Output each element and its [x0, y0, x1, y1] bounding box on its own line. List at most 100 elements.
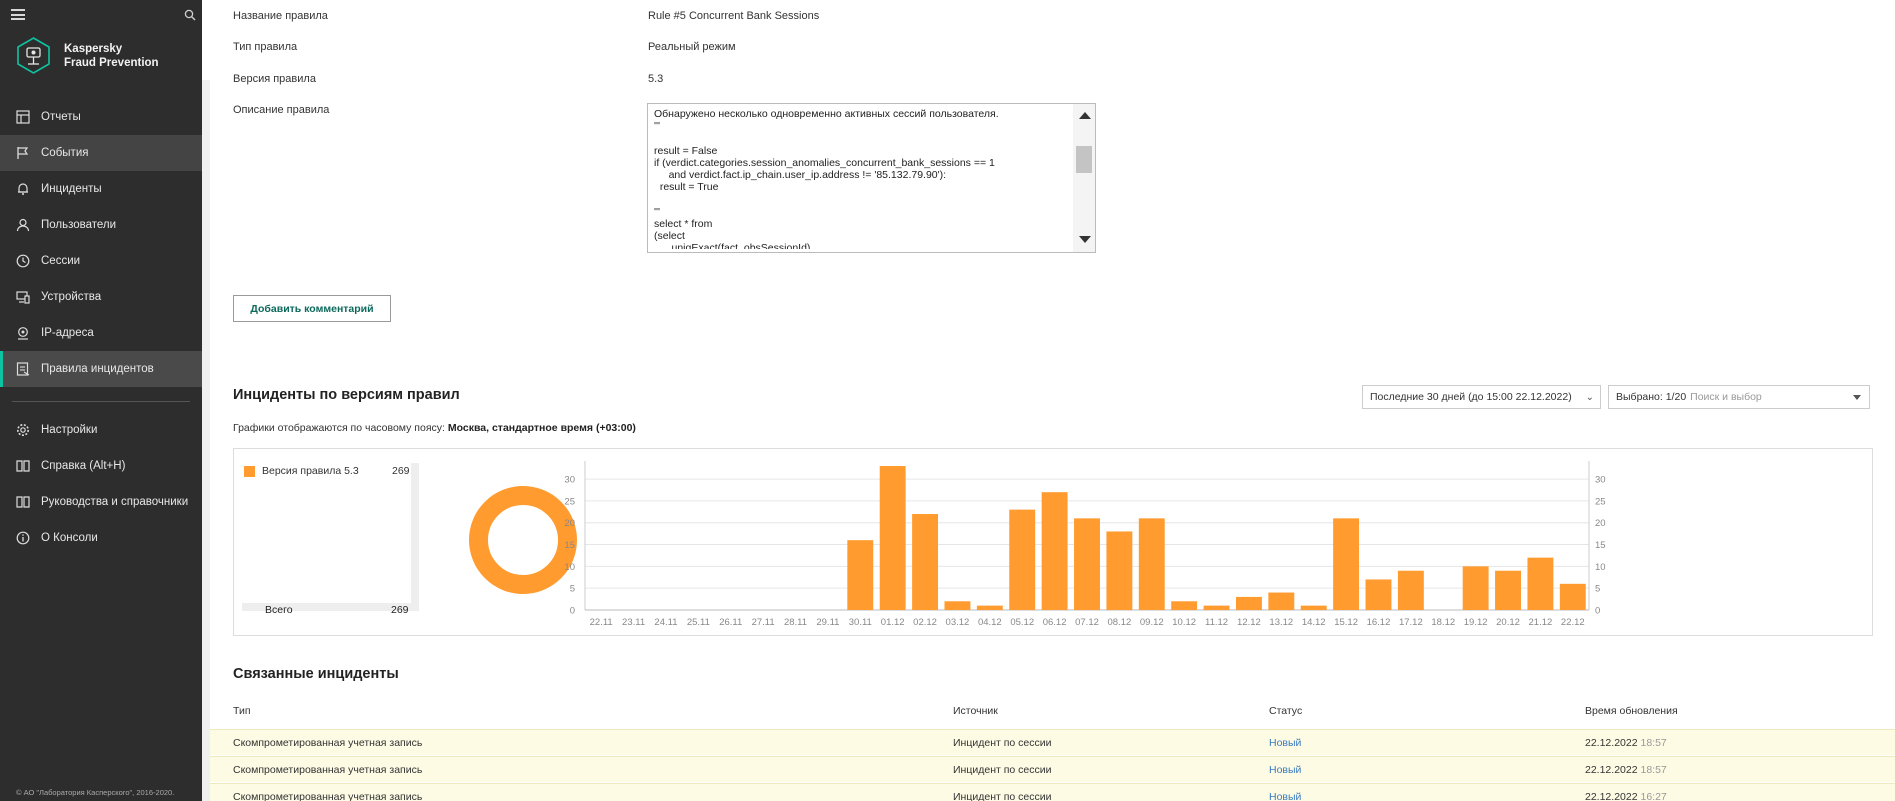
bar[interactable]	[1333, 518, 1360, 610]
bar[interactable]	[1106, 531, 1133, 610]
sidebar-item-label: Устройства	[41, 291, 102, 303]
table-row[interactable]: Скомпрометированная учетная запись Инцид…	[210, 783, 1895, 801]
related-incidents-title: Связанные инциденты	[233, 666, 399, 682]
bar[interactable]	[1138, 518, 1165, 610]
bar[interactable]	[944, 601, 971, 610]
sidebar-item-label: События	[41, 147, 89, 159]
x-tick-label: 15.12	[1334, 617, 1358, 628]
incidents-by-version-title: Инциденты по версиям правил	[233, 387, 460, 403]
x-tick-label: 22.11	[590, 617, 613, 628]
scroll-up-icon[interactable]	[1079, 112, 1091, 119]
bar[interactable]	[912, 514, 939, 610]
bar[interactable]	[1171, 601, 1198, 610]
bar[interactable]	[1268, 592, 1295, 610]
selected-count: Выбрано: 1/20	[1616, 391, 1687, 403]
bar[interactable]	[1300, 605, 1327, 610]
y-tick-label-right: 5	[1595, 584, 1600, 595]
x-tick-label: 26.11	[719, 617, 742, 628]
sidebar-item-users[interactable]: Пользователи	[0, 207, 202, 243]
description-scrollbar[interactable]	[1073, 104, 1095, 252]
bar[interactable]	[879, 466, 906, 610]
bar[interactable]	[1203, 605, 1230, 610]
sidebar-item-sessions[interactable]: Сессии	[0, 243, 202, 279]
table-row[interactable]: Скомпрометированная учетная запись Инцид…	[210, 729, 1895, 755]
sidebar-item-label: IP-адреса	[41, 327, 94, 339]
version-search-placeholder: Поиск и выбор	[1690, 391, 1762, 403]
row-time: 18:57	[1640, 737, 1667, 749]
rule-name-label: Название правила	[233, 10, 328, 22]
sidebar-scrollbar[interactable]	[202, 80, 210, 801]
sidebar-item-label: Инциденты	[41, 183, 102, 195]
brand[interactable]: Kaspersky Fraud Prevention	[15, 37, 159, 74]
incidents-chart-panel: Версия правила 5.3 269 Всего 269 0 0 5 5 10 1…	[233, 448, 1873, 636]
row-status-link[interactable]: Новый	[1269, 737, 1301, 749]
rule-type-value: Реальный режим	[648, 41, 736, 53]
bar[interactable]	[1559, 583, 1586, 610]
version-multiselect[interactable]: Выбрано: 1/20 Поиск и выбор	[1608, 385, 1870, 409]
bar[interactable]	[1235, 596, 1262, 610]
add-comment-button[interactable]: Добавить комментарий	[233, 295, 391, 322]
period-select[interactable]: Последние 30 дней (до 15:00 22.12.2022) …	[1362, 385, 1601, 409]
scroll-down-icon[interactable]	[1079, 236, 1091, 243]
clock-icon	[16, 254, 30, 268]
row-updated: 22.12.2022 16:27	[1585, 791, 1667, 801]
bar[interactable]	[1462, 566, 1489, 610]
scroll-thumb[interactable]	[1076, 146, 1092, 173]
x-tick-label: 28.11	[784, 617, 807, 628]
x-tick-label: 24.11	[654, 617, 677, 628]
bar[interactable]	[1527, 557, 1554, 610]
y-tick-label-right: 10	[1595, 562, 1606, 573]
sidebar-item-label: Правила инцидентов	[41, 363, 154, 375]
bar[interactable]	[1009, 509, 1036, 610]
rule-type-label: Тип правила	[233, 41, 298, 53]
row-source: Инцидент по сессии	[953, 737, 1052, 749]
column-header-updated[interactable]: Время обновления	[1585, 705, 1678, 717]
x-tick-label: 30.11	[849, 617, 872, 628]
row-status-link[interactable]: Новый	[1269, 764, 1301, 776]
sidebar-item-settings[interactable]: Настройки	[0, 412, 202, 448]
sidebar-divider	[12, 401, 190, 402]
sidebar-item-help[interactable]: Справка (Alt+H)	[0, 448, 202, 484]
x-tick-label: 29.11	[816, 617, 839, 628]
x-tick-label: 08.12	[1107, 617, 1131, 628]
row-status-link[interactable]: Новый	[1269, 791, 1301, 801]
x-tick-label: 25.11	[687, 617, 710, 628]
sidebar-item-devices[interactable]: Устройства	[0, 279, 202, 315]
sidebar-nav: Отчеты События Инциденты Пользователи Се…	[0, 99, 202, 556]
bar[interactable]	[1041, 492, 1068, 610]
y-tick-label-right: 0	[1595, 606, 1600, 617]
search-icon[interactable]	[184, 9, 196, 21]
row-type: Скомпрометированная учетная запись	[233, 764, 423, 776]
sidebar-item-ip-addresses[interactable]: IP-адреса	[0, 315, 202, 351]
menu-icon[interactable]	[11, 9, 25, 20]
column-header-source[interactable]: Источник	[953, 705, 998, 717]
column-header-type[interactable]: Тип	[233, 705, 251, 717]
rule-description-textarea[interactable]: Обнаружено несколько одновременно активн…	[647, 103, 1096, 253]
location-icon	[18, 327, 28, 340]
x-tick-label: 27.11	[752, 617, 775, 628]
bar[interactable]	[1365, 579, 1392, 610]
sidebar-item-events[interactable]: События	[0, 135, 202, 171]
sidebar-item-guides[interactable]: Руководства и справочники	[0, 484, 202, 520]
sidebar-item-incidents[interactable]: Инциденты	[0, 171, 202, 207]
sidebar-item-incident-rules[interactable]: Правила инцидентов	[0, 351, 202, 387]
table-row[interactable]: Скомпрометированная учетная запись Инцид…	[210, 756, 1895, 782]
bar[interactable]	[976, 605, 1003, 610]
column-header-status[interactable]: Статус	[1269, 705, 1302, 717]
book-icon	[16, 496, 30, 508]
y-tick-label: 15	[564, 540, 575, 551]
donut-slice[interactable]	[469, 486, 577, 594]
bar[interactable]	[847, 540, 874, 610]
y-tick-label: 0	[570, 606, 575, 617]
bar[interactable]	[1397, 570, 1424, 610]
bar[interactable]	[1074, 518, 1100, 610]
x-tick-label: 23.11	[622, 617, 645, 628]
row-date: 22.12.2022	[1585, 764, 1638, 776]
gear-icon	[17, 424, 29, 436]
sidebar-item-about[interactable]: О Консоли	[0, 520, 202, 556]
bar[interactable]	[1495, 570, 1521, 610]
sidebar-item-reports[interactable]: Отчеты	[0, 99, 202, 135]
y-tick-label-right: 20	[1595, 518, 1606, 529]
sidebar-item-label: Настройки	[41, 424, 98, 436]
row-source: Инцидент по сессии	[953, 764, 1052, 776]
